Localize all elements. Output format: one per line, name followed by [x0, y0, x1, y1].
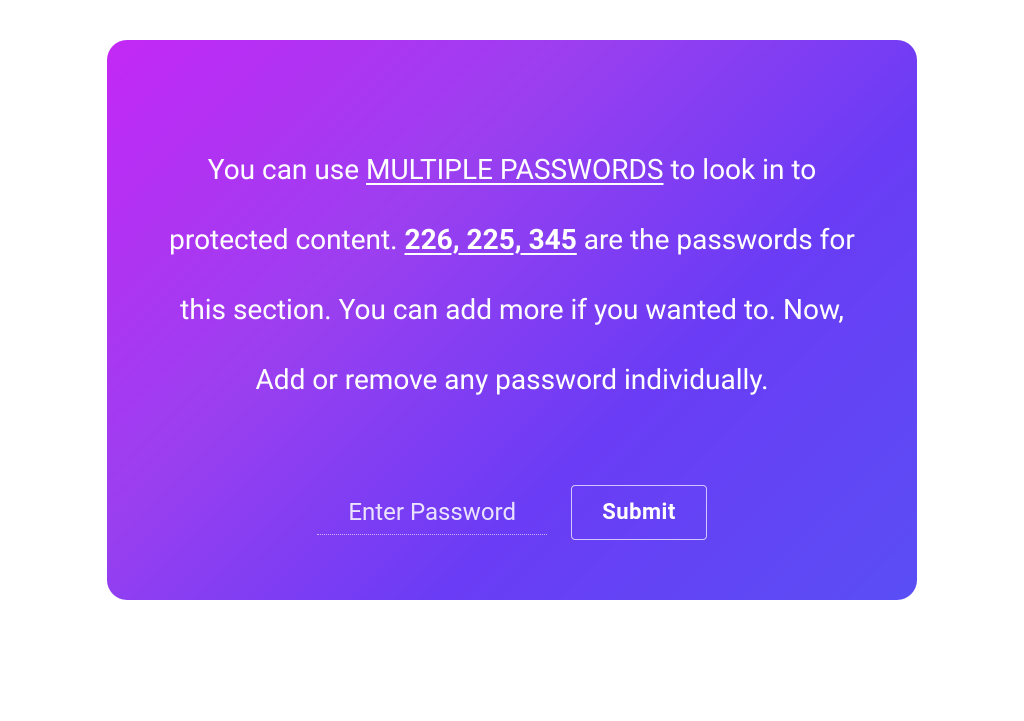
instruction-message: You can use MULTIPLE PASSWORDS to look i…: [157, 135, 867, 415]
submit-button[interactable]: Submit: [571, 485, 707, 540]
message-emphasis-passwords: 226, 225, 345: [405, 223, 577, 256]
password-form: Submit: [157, 485, 867, 540]
password-input[interactable]: [317, 490, 547, 535]
message-text-1: You can use: [208, 153, 366, 186]
password-card: You can use MULTIPLE PASSWORDS to look i…: [107, 40, 917, 600]
message-emphasis-multiple: MULTIPLE PASSWORDS: [366, 153, 664, 186]
